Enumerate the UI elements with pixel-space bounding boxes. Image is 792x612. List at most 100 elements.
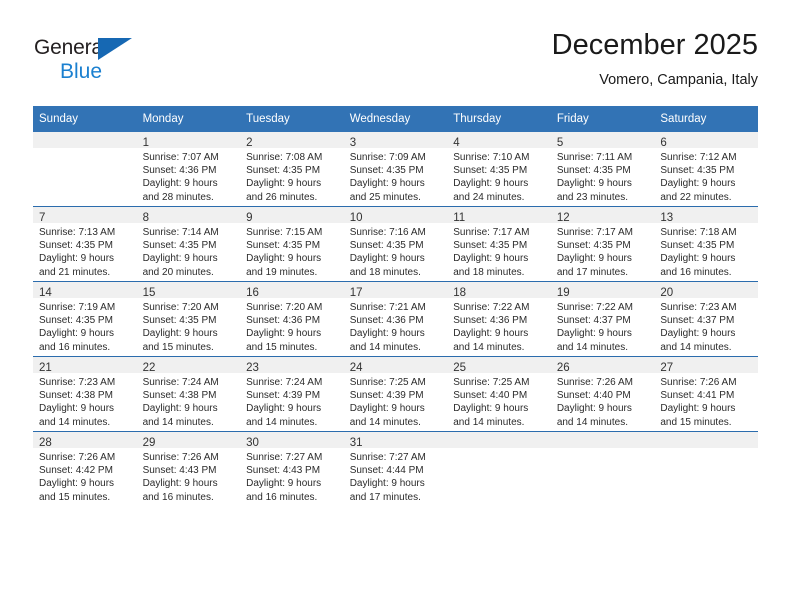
day-cell[interactable]: 6 Sunrise: 7:12 AM Sunset: 4:35 PM Daylight… (654, 132, 758, 207)
day-info-line: and 18 minutes. (453, 266, 525, 278)
day-cell[interactable]: 27 Sunrise: 7:26 AM Sunset: 4:41 PM Dayligh… (654, 356, 758, 432)
day-cell[interactable]: 24 Sunrise: 7:25 AM Sunset: 4:39 PM Dayligh… (343, 356, 448, 432)
day-info-line: Sunset: 4:39 PM (246, 390, 321, 402)
day-info-line: Sunrise: 7:11 AM (556, 152, 633, 163)
day-cell[interactable]: 16 Sunrise: 7:20 AM Sunset: 4:36 PM Dayligh… (240, 281, 344, 357)
day-number: 10 (349, 212, 363, 224)
day-cell-body: Sunrise: 7:19 AM Sunset: 4:35 PM Daylight:… (33, 298, 137, 354)
day-info-line: Sunset: 4:35 PM (246, 240, 321, 252)
day-cell[interactable]: 4 Sunrise: 7:10 AM Sunset: 4:35 PM Daylight… (447, 132, 551, 207)
day-info-line: Sunrise: 7:26 AM (39, 452, 116, 463)
day-info-line: and 15 minutes. (246, 341, 318, 353)
day-cell[interactable]: 14 Sunrise: 7:19 AM Sunset: 4:35 PM Dayligh… (33, 281, 137, 357)
day-info-line: and 15 minutes. (39, 491, 111, 503)
day-cell-body: Sunrise: 7:23 AM Sunset: 4:38 PM Daylight:… (33, 373, 137, 429)
day-cell[interactable]: 30 Sunrise: 7:27 AM Sunset: 4:43 PM Dayligh… (240, 431, 344, 506)
day-info-line: Daylight: 9 hours (142, 403, 218, 415)
day-number: 1 (142, 137, 149, 149)
weekday-header-sunday: Sunday (33, 106, 137, 132)
day-cell[interactable]: 31 Sunrise: 7:27 AM Sunset: 4:44 PM Dayligh… (343, 431, 448, 506)
day-info-line: Sunrise: 7:13 AM (39, 227, 116, 238)
day-cell[interactable]: 7 Sunrise: 7:13 AM Sunset: 4:35 PM Daylight… (33, 206, 137, 282)
day-cell[interactable]: 1 Sunrise: 7:07 AM Sunset: 4:36 PM Daylight… (136, 132, 241, 207)
day-cell[interactable]: 26 Sunrise: 7:26 AM Sunset: 4:40 PM Dayligh… (550, 356, 655, 432)
day-info-line: Sunrise: 7:20 AM (142, 302, 219, 313)
weekday-header-saturday: Saturday (654, 106, 758, 132)
day-info-line: and 16 minutes. (39, 341, 111, 353)
day-number-band: 10 (343, 207, 448, 224)
day-cell[interactable]: 23 Sunrise: 7:24 AM Sunset: 4:39 PM Dayligh… (240, 356, 344, 432)
day-info-line: Sunrise: 7:23 AM (660, 302, 737, 313)
day-info-line: Sunset: 4:39 PM (349, 390, 424, 402)
day-info-line: Sunset: 4:38 PM (142, 390, 217, 402)
day-number: 24 (349, 362, 363, 374)
day-cell-body (447, 448, 551, 451)
day-number: 16 (246, 287, 259, 299)
day-cell-empty (550, 431, 655, 506)
day-info-line: Sunrise: 7:16 AM (349, 227, 426, 238)
day-number: 4 (453, 137, 460, 149)
day-info-line: and 21 minutes. (39, 266, 111, 278)
day-cell[interactable]: 25 Sunrise: 7:25 AM Sunset: 4:40 PM Dayligh… (447, 356, 551, 432)
day-info-line: Sunrise: 7:23 AM (39, 377, 116, 388)
generalblue-logo[interactable]: General Blue (34, 36, 214, 94)
day-cell[interactable]: 28 Sunrise: 7:26 AM Sunset: 4:42 PM Dayligh… (33, 431, 137, 506)
day-info-line: Sunrise: 7:14 AM (142, 227, 219, 238)
day-number-band: 22 (136, 357, 241, 374)
day-cell[interactable]: 21 Sunrise: 7:23 AM Sunset: 4:38 PM Dayligh… (33, 356, 137, 432)
day-number-band: 7 (33, 207, 137, 224)
day-cell[interactable]: 2 Sunrise: 7:08 AM Sunset: 4:35 PM Daylight… (240, 132, 344, 207)
day-info-line: and 16 minutes. (142, 491, 214, 503)
day-cell[interactable]: 3 Sunrise: 7:09 AM Sunset: 4:35 PM Daylight… (343, 132, 448, 207)
day-info-line: Daylight: 9 hours (246, 403, 322, 415)
day-number: 11 (453, 212, 466, 224)
day-cell[interactable]: 29 Sunrise: 7:26 AM Sunset: 4:43 PM Dayligh… (136, 431, 241, 506)
day-cell[interactable]: 19 Sunrise: 7:22 AM Sunset: 4:37 PM Dayligh… (550, 281, 655, 357)
day-info-line: Sunrise: 7:21 AM (349, 302, 426, 313)
day-info-line: Sunset: 4:36 PM (142, 165, 217, 177)
day-cell[interactable]: 18 Sunrise: 7:22 AM Sunset: 4:36 PM Dayligh… (447, 281, 551, 357)
day-number-band: 30 (240, 432, 344, 449)
day-info-line: Sunset: 4:35 PM (142, 315, 217, 327)
day-info-line: Sunrise: 7:17 AM (453, 227, 530, 238)
day-number-band (33, 132, 137, 148)
day-info-line: Sunrise: 7:10 AM (453, 152, 530, 163)
day-number: 14 (39, 287, 52, 299)
day-cell[interactable]: 10 Sunrise: 7:16 AM Sunset: 4:35 PM Dayligh… (343, 206, 448, 282)
logo-text-blue: Blue (60, 60, 103, 83)
day-info-line: Daylight: 9 hours (556, 253, 632, 265)
day-cell-body: Sunrise: 7:07 AM Sunset: 4:36 PM Daylight:… (137, 148, 241, 204)
day-cell[interactable]: 12 Sunrise: 7:17 AM Sunset: 4:35 PM Dayligh… (550, 206, 655, 282)
day-info-line: Sunrise: 7:25 AM (349, 377, 426, 388)
day-cell[interactable]: 13 Sunrise: 7:18 AM Sunset: 4:35 PM Dayligh… (654, 206, 758, 282)
day-number-band: 9 (240, 207, 344, 224)
day-cell[interactable]: 20 Sunrise: 7:23 AM Sunset: 4:37 PM Dayligh… (654, 281, 758, 357)
day-info-line: Daylight: 9 hours (142, 178, 218, 190)
day-info-line: and 15 minutes. (660, 416, 732, 428)
day-cell-body: Sunrise: 7:24 AM Sunset: 4:38 PM Daylight:… (137, 373, 241, 429)
day-cell[interactable]: 22 Sunrise: 7:24 AM Sunset: 4:38 PM Dayligh… (136, 356, 241, 432)
day-number: 8 (142, 212, 149, 224)
day-cell-body (551, 448, 655, 451)
day-number-band: 27 (654, 357, 758, 374)
day-info-line: and 14 minutes. (660, 341, 732, 353)
day-cell[interactable]: 9 Sunrise: 7:15 AM Sunset: 4:35 PM Daylight… (240, 206, 344, 282)
day-info-line: Daylight: 9 hours (349, 178, 425, 190)
day-number: 29 (142, 437, 156, 449)
day-cell[interactable]: 17 Sunrise: 7:21 AM Sunset: 4:36 PM Dayligh… (343, 281, 448, 357)
day-number: 18 (453, 287, 467, 299)
day-cell[interactable]: 5 Sunrise: 7:11 AM Sunset: 4:35 PM Daylight… (550, 132, 655, 207)
day-number: 19 (556, 287, 570, 299)
day-cell[interactable]: 8 Sunrise: 7:14 AM Sunset: 4:35 PM Daylight… (136, 206, 241, 282)
day-info-line: and 23 minutes. (556, 191, 628, 203)
day-cell[interactable]: 15 Sunrise: 7:20 AM Sunset: 4:35 PM Dayligh… (136, 281, 241, 357)
day-cell[interactable]: 11 Sunrise: 7:17 AM Sunset: 4:35 PM Dayligh… (447, 206, 551, 282)
day-info-line: Daylight: 9 hours (453, 403, 529, 415)
day-info-line: Daylight: 9 hours (246, 178, 322, 190)
day-info-line: and 16 minutes. (246, 491, 318, 503)
day-info-line: Sunrise: 7:19 AM (39, 302, 116, 313)
day-number-band (447, 432, 551, 448)
day-cell-body: Sunrise: 7:24 AM Sunset: 4:39 PM Daylight:… (240, 373, 344, 429)
day-info-line: and 14 minutes. (349, 341, 421, 353)
page-subtitle-location: Vomero, Campania, Italy (599, 72, 758, 88)
